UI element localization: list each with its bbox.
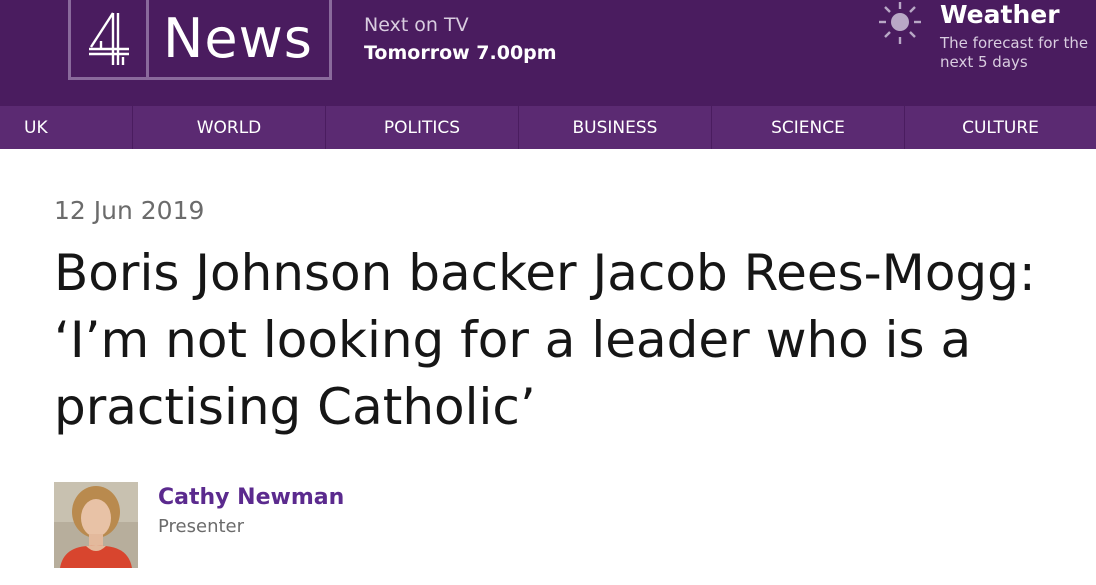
section-nav: UK WORLD POLITICS BUSINESS SCIENCE CULTU… [0,106,1096,149]
next-on-tv[interactable]: Next on TV Tomorrow 7.00pm [364,14,557,64]
weather-link[interactable]: Weather The forecast for the next 5 days [876,0,1096,80]
nav-item-politics[interactable]: POLITICS [326,106,519,149]
weather-description: The forecast for the next 5 days [940,34,1089,71]
nav-item-business[interactable]: BUSINESS [519,106,712,149]
nav-item-science[interactable]: SCIENCE [712,106,905,149]
nav-item-culture[interactable]: CULTURE [905,106,1096,149]
site-header: News Next on TV Tomorrow 7.00pm Weather … [0,0,1096,106]
nav-item-world[interactable]: WORLD [133,106,326,149]
article-headline: Boris Johnson backer Jacob Rees-Mogg: ‘I… [54,244,1036,436]
nav-item-uk[interactable]: UK [0,106,133,149]
channel4-news-home-link[interactable]: News [68,0,332,80]
next-on-tv-label: Next on TV [364,14,469,36]
author-role: Presenter [158,516,245,537]
author-avatar[interactable] [54,482,138,568]
channel4-logo-icon [71,0,149,77]
weather-title: Weather [940,0,1060,29]
author-name-link[interactable]: Cathy Newman [158,485,344,510]
article-date: 12 Jun 2019 [54,196,205,225]
author-byline: Cathy Newman Presenter [54,482,654,585]
sun-icon [876,0,924,48]
brand-wordmark: News [163,7,313,70]
next-on-tv-time: Tomorrow 7.00pm [364,42,557,64]
